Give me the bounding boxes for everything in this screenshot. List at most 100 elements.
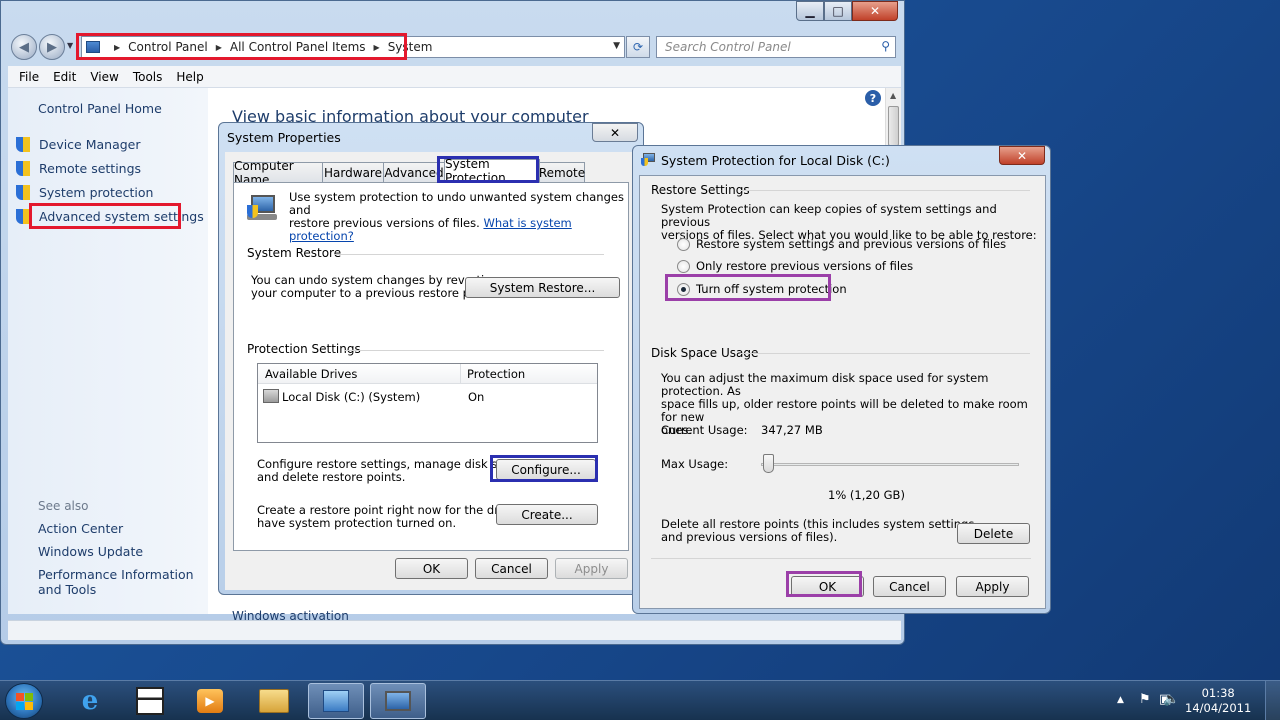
radio-button[interactable] [677, 237, 690, 251]
dialog-close-button[interactable]: ✕ [999, 146, 1045, 165]
create-button[interactable]: Create... [496, 504, 598, 525]
restore-desc-line-1: System Protection can keep copies of sys… [661, 202, 997, 229]
radio-only-previous-files[interactable]: Only restore previous versions of files [677, 259, 913, 273]
system-properties-dialog: System Properties ✕ Computer Name Hardwa… [218, 122, 644, 595]
sidebar-item-remote-settings[interactable]: Remote settings [16, 161, 141, 176]
cancel-button[interactable]: Cancel [475, 558, 548, 579]
tab-panel: Use system protection to undo unwanted s… [233, 182, 629, 551]
clock-date: 14/04/2011 [1185, 701, 1252, 715]
intro-line-2: restore previous versions of files. [289, 216, 480, 230]
taskbar-control-panel[interactable] [308, 683, 364, 719]
ok-button[interactable]: OK [395, 558, 468, 579]
menu-view[interactable]: View [90, 70, 118, 84]
show-hidden-icons-icon[interactable]: ▲ [1117, 695, 1124, 705]
apply-button[interactable]: Apply [956, 576, 1029, 597]
column-divider [460, 364, 461, 384]
menu-help[interactable]: Help [176, 70, 203, 84]
search-input[interactable]: Search Control Panel ⚲ [656, 36, 896, 58]
system-restore-text: You can undo system changes by reverting… [251, 274, 499, 300]
see-also-action-center[interactable]: Action Center [38, 521, 123, 536]
radio-button[interactable] [677, 259, 690, 273]
max-usage-slider[interactable] [761, 454, 1019, 474]
column-protection[interactable]: Protection [467, 367, 525, 381]
apply-button[interactable]: Apply [555, 558, 628, 579]
clock-time: 01:38 [1201, 686, 1235, 700]
system-restore-group-title: System Restore [247, 246, 342, 260]
taskbar-media-player[interactable]: ▶ [182, 683, 238, 719]
drives-list-header: Available Drives Protection [258, 364, 597, 384]
close-icon: ✕ [609, 125, 621, 140]
sidebar-item-device-manager[interactable]: Device Manager [16, 137, 141, 152]
recent-pages-dropdown[interactable]: ▼ [67, 41, 73, 50]
maximize-button[interactable]: □ [824, 1, 852, 21]
tab-advanced[interactable]: Advanced [383, 162, 445, 182]
sidebar-item-system-protection[interactable]: System protection [16, 185, 153, 200]
taskbar-media-player-classic[interactable] [122, 683, 178, 719]
taskbar-windows-explorer[interactable] [246, 683, 302, 719]
column-available-drives[interactable]: Available Drives [265, 367, 357, 381]
current-usage-label: Current Usage: [661, 423, 748, 437]
disk-desc-line-2: space fills up, older restore points wil… [661, 397, 1028, 424]
control-panel-icon [323, 690, 349, 712]
menu-bar: File Edit View Tools Help [8, 66, 901, 88]
see-also-heading: See also [38, 499, 89, 513]
close-button[interactable]: ✕ [852, 1, 898, 21]
delete-button[interactable]: Delete [957, 523, 1030, 544]
media-player-icon: ▶ [197, 689, 223, 713]
radio-label: Only restore previous versions of files [696, 259, 914, 273]
scroll-up-icon[interactable]: ▲ [890, 91, 896, 100]
turn-off-protection-highlight [665, 274, 831, 301]
tab-computer-name[interactable]: Computer Name [233, 159, 323, 187]
cancel-button[interactable]: Cancel [873, 576, 946, 597]
system-protection-dialog: System Protection for Local Disk (C:) ✕ … [632, 145, 1051, 614]
sidebar-home-link[interactable]: Control Panel Home [38, 101, 162, 116]
internet-explorer-icon: e [81, 686, 99, 716]
configure-text: Configure restore settings, manage disk … [257, 458, 529, 484]
start-button[interactable] [5, 683, 43, 719]
system-clock[interactable]: 01:38 14/04/2011 [1185, 686, 1251, 716]
see-also-windows-update[interactable]: Windows Update [38, 544, 143, 559]
menu-edit[interactable]: Edit [53, 70, 76, 84]
tab-hardware[interactable]: Hardware [322, 162, 384, 182]
forward-arrow-icon: ▶ [47, 39, 57, 55]
taskbar: e ▶ ▲ ⚑ ▣ 🔈 01:38 14/04/2011 [0, 680, 1280, 720]
dialog-close-button[interactable]: ✕ [592, 123, 638, 142]
system-restore-button[interactable]: System Restore... [465, 277, 620, 298]
drives-list[interactable]: Available Drives Protection Local Disk (… [257, 363, 598, 443]
taskbar-system-properties[interactable] [370, 683, 426, 719]
refresh-button[interactable]: ⟳ [626, 36, 650, 58]
table-row[interactable]: Local Disk (C:) (System) On [262, 388, 592, 406]
minimize-button[interactable]: ▁ [796, 1, 824, 21]
dialog-body: Computer Name Hardware Advanced System P… [225, 152, 637, 590]
menu-tools[interactable]: Tools [133, 70, 163, 84]
advanced-settings-highlight [29, 203, 181, 229]
action-center-flag-icon[interactable]: ⚑ [1139, 692, 1151, 707]
menu-file[interactable]: File [19, 70, 39, 84]
delete-description: Delete all restore points (this includes… [661, 518, 974, 544]
show-desktop-button[interactable] [1265, 681, 1280, 720]
tab-strip: Computer Name Hardware Advanced System P… [233, 157, 633, 187]
configure-highlight [490, 455, 598, 482]
taskbar-internet-explorer[interactable]: e [62, 683, 118, 719]
shield-icon [16, 161, 30, 176]
current-usage-value: 347,27 MB [761, 423, 823, 437]
sidebar-item-label: Device Manager [39, 137, 141, 152]
back-button[interactable]: ◀ [11, 34, 37, 60]
restore-settings-group-title: Restore Settings [651, 183, 750, 197]
forward-button[interactable]: ▶ [39, 34, 65, 60]
speaker-icon[interactable]: 🔈 [1163, 692, 1179, 707]
address-dropdown-icon[interactable]: ▼ [613, 41, 620, 51]
scrollbar-thumb[interactable] [888, 106, 899, 146]
refresh-icon: ⟳ [632, 40, 644, 54]
dialog-title: System Properties [227, 130, 341, 145]
slider-thumb[interactable] [763, 454, 774, 473]
help-icon[interactable]: ? [865, 90, 881, 106]
radio-restore-settings-and-files[interactable]: Restore system settings and previous ver… [677, 237, 1006, 251]
group-divider [740, 353, 1030, 354]
tab-remote[interactable]: Remote [539, 162, 585, 182]
address-highlight [76, 33, 407, 60]
group-divider [344, 350, 604, 351]
disk-icon [263, 389, 279, 403]
search-icon[interactable]: ⚲ [881, 39, 890, 53]
see-also-performance-info[interactable]: Performance Information and Tools [38, 567, 208, 597]
